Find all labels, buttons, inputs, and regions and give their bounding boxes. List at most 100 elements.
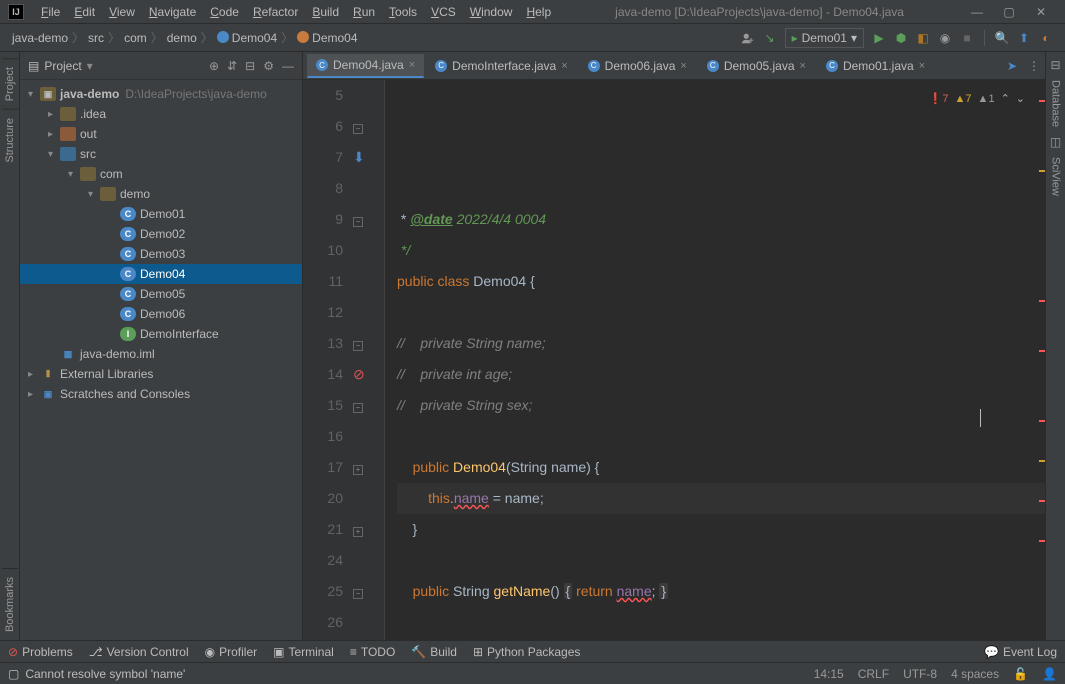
tool-tab-sciview[interactable]: SciView — [1048, 149, 1064, 204]
status-notif-icon[interactable]: 👤 — [1042, 667, 1057, 681]
fold-marker[interactable]: − — [353, 390, 384, 421]
fold-marker[interactable]: ⬇ — [353, 142, 384, 173]
menu-code[interactable]: Code — [203, 5, 246, 19]
breadcrumb-item[interactable]: java-demo — [8, 31, 72, 45]
editor-tab[interactable]: CDemo01.java× — [817, 54, 934, 78]
status-line-sep[interactable]: CRLF — [858, 667, 889, 681]
status-tool-window-icon[interactable]: ▢ — [8, 667, 19, 681]
tool-tab-database[interactable]: Database — [1048, 72, 1064, 135]
tool-tab-structure[interactable]: Structure — [2, 109, 18, 171]
breadcrumb-item[interactable]: demo — [163, 31, 201, 45]
menu-window[interactable]: Window — [463, 5, 520, 19]
minimize-button[interactable]: ― — [961, 5, 993, 19]
add-user-icon[interactable] — [737, 27, 759, 49]
run-config-select[interactable]: ▸ Demo01 ▾ — [785, 28, 864, 48]
code-line[interactable]: */ — [397, 235, 1045, 266]
fold-marker[interactable] — [353, 421, 384, 452]
editor-tab[interactable]: CDemo06.java× — [579, 54, 696, 78]
tree-folder-com[interactable]: ▾com — [20, 164, 302, 184]
code-line[interactable]: } — [397, 514, 1045, 545]
expand-all-icon[interactable]: ⇵ — [227, 59, 237, 73]
event-log-tool[interactable]: 💬Event Log — [984, 645, 1057, 659]
inspection-up-icon[interactable]: ⌃ — [1001, 84, 1010, 115]
sciview-tool-icon[interactable]: ◫ — [1050, 135, 1061, 149]
tree-folder-src[interactable]: ▾src — [20, 144, 302, 164]
tree-class-demo01[interactable]: CDemo01 — [20, 204, 302, 224]
menu-navigate[interactable]: Navigate — [142, 5, 203, 19]
menu-vcs[interactable]: VCS — [424, 5, 463, 19]
tree-class-demo03[interactable]: CDemo03 — [20, 244, 302, 264]
code-line[interactable]: * @date 2022/4/4 0004 — [397, 204, 1045, 235]
inspection-badges[interactable]: ❗7 ▲7 ▲1 ⌃ ⌄ — [929, 84, 1025, 115]
collapse-all-icon[interactable]: ⊟ — [245, 59, 255, 73]
error-badge[interactable]: ❗7 — [929, 84, 949, 115]
build-hammer-icon[interactable]: ↘ — [759, 27, 781, 49]
version-control-tool[interactable]: ⎇Version Control — [89, 645, 189, 659]
breadcrumb-item[interactable]: Demo04 — [213, 31, 281, 45]
code-line[interactable] — [397, 421, 1045, 452]
tree-folder-idea[interactable]: ▸.idea — [20, 104, 302, 124]
problems-tool[interactable]: ⊘Problems — [8, 645, 73, 659]
project-tree[interactable]: ▾▣ java-demo D:\IdeaProjects\java-demo ▸… — [20, 80, 302, 640]
fold-marker[interactable]: + — [353, 514, 384, 545]
profile-button[interactable]: ◉ — [934, 27, 956, 49]
hide-panel-icon[interactable]: ― — [282, 59, 294, 73]
fold-marker[interactable]: − — [353, 576, 384, 607]
menu-edit[interactable]: Edit — [67, 5, 102, 19]
terminal-tool[interactable]: ▣Terminal — [273, 645, 334, 659]
fold-marker[interactable] — [353, 607, 384, 638]
fold-gutter[interactable]: −⬇−−⊘−++− — [353, 80, 385, 640]
maximize-button[interactable]: ▢ — [993, 5, 1025, 19]
inspection-down-icon[interactable]: ⌄ — [1016, 84, 1025, 115]
code-line[interactable] — [397, 607, 1045, 638]
update-button[interactable]: ⬆ — [1013, 27, 1035, 49]
close-tab-icon[interactable]: × — [561, 60, 567, 72]
todo-tool[interactable]: ≡TODO — [350, 645, 395, 659]
fold-marker[interactable]: − — [353, 204, 384, 235]
ide-settings-icon[interactable]: ◐ — [1035, 27, 1057, 49]
close-tab-icon[interactable]: × — [409, 59, 415, 71]
close-tab-icon[interactable]: × — [680, 60, 686, 72]
search-everywhere-icon[interactable]: 🔍 — [991, 27, 1013, 49]
tool-tab-project[interactable]: Project — [2, 58, 18, 109]
profiler-tool[interactable]: ◉Profiler — [205, 645, 258, 659]
error-stripe[interactable] — [1037, 80, 1045, 640]
breadcrumb-item[interactable]: Demo04 — [293, 31, 361, 45]
tree-external-libs[interactable]: ▸⫴External Libraries — [20, 364, 302, 384]
editor-tab[interactable]: CDemo05.java× — [698, 54, 815, 78]
tree-folder-out[interactable]: ▸out — [20, 124, 302, 144]
fold-marker[interactable] — [353, 545, 384, 576]
close-tab-icon[interactable]: × — [919, 60, 925, 72]
code-content[interactable]: ❗7 ▲7 ▲1 ⌃ ⌄ * @date 2022/4/4 0004 */pub… — [385, 80, 1045, 640]
fold-marker[interactable] — [353, 80, 384, 111]
tree-class-demo05[interactable]: CDemo05 — [20, 284, 302, 304]
tree-file-iml[interactable]: ▦java-demo.iml — [20, 344, 302, 364]
weak-warning-badge[interactable]: ▲1 — [978, 84, 995, 115]
select-opened-file-icon[interactable]: ⊕ — [209, 59, 219, 73]
gear-icon[interactable]: ⚙ — [263, 59, 274, 73]
tree-class-demo04[interactable]: CDemo04 — [20, 264, 302, 284]
tool-tab-bookmarks[interactable]: Bookmarks — [2, 568, 18, 640]
breadcrumb-item[interactable]: src — [84, 31, 108, 45]
close-button[interactable]: ✕ — [1025, 5, 1057, 19]
status-readonly-icon[interactable]: 🔓 — [1013, 667, 1028, 681]
tree-root[interactable]: ▾▣ java-demo D:\IdeaProjects\java-demo — [20, 84, 302, 104]
menu-help[interactable]: Help — [519, 5, 558, 19]
tree-interface[interactable]: IDemoInterface — [20, 324, 302, 344]
close-tab-icon[interactable]: × — [800, 60, 806, 72]
debug-button[interactable]: ⬢ — [890, 27, 912, 49]
menu-tools[interactable]: Tools — [382, 5, 424, 19]
tree-class-demo02[interactable]: CDemo02 — [20, 224, 302, 244]
chevron-down-icon[interactable]: ▾ — [87, 59, 93, 73]
database-tool-icon[interactable]: ⊟ — [1050, 52, 1060, 72]
tree-folder-demo[interactable]: ▾demo — [20, 184, 302, 204]
status-encoding[interactable]: UTF-8 — [903, 667, 937, 681]
fold-marker[interactable] — [353, 173, 384, 204]
code-line[interactable] — [397, 297, 1045, 328]
code-line[interactable]: this.name = name; — [397, 483, 1045, 514]
coverage-button[interactable]: ◧ — [912, 27, 934, 49]
fold-marker[interactable] — [353, 266, 384, 297]
code-line[interactable]: // private int age; — [397, 359, 1045, 390]
editor-tab[interactable]: CDemoInterface.java× — [426, 54, 577, 78]
fold-marker[interactable]: ⊘ — [353, 359, 384, 390]
